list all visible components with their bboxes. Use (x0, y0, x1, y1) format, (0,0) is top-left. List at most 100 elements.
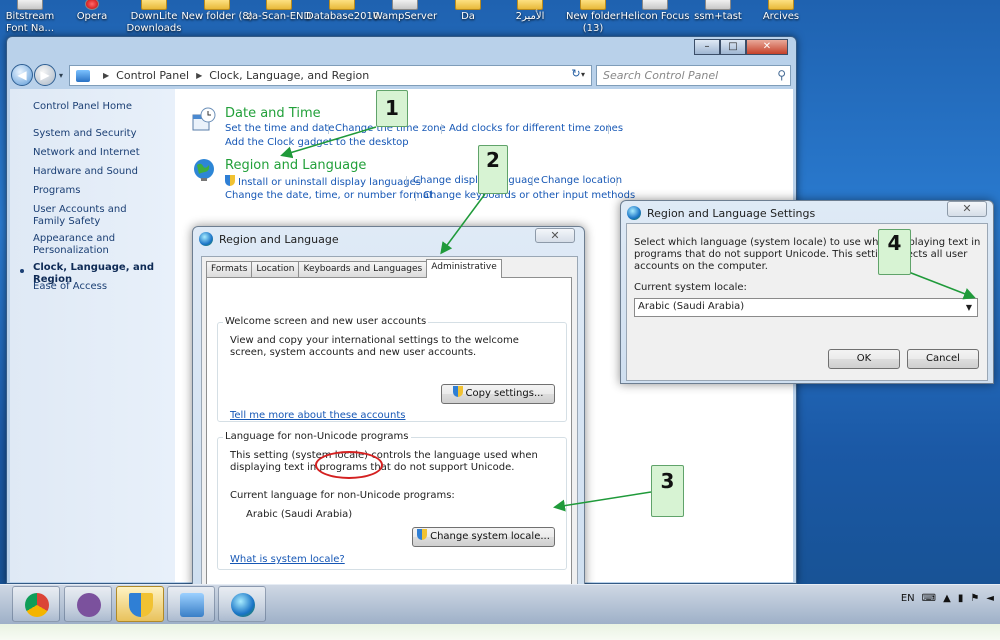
folder-icon (329, 0, 355, 10)
desktop-icon-arabic-folder[interactable]: الأمير2 (494, 0, 566, 23)
desktop-icon-za-scan[interactable]: za-Scan-END (243, 0, 315, 23)
install-display-languages-link[interactable]: Install or uninstall display languages (225, 175, 421, 188)
dialog-close-button[interactable]: ✕ (535, 228, 575, 243)
set-time-date-link[interactable]: Set the time and date (225, 123, 335, 134)
install-display-languages-label: Install or uninstall display languages (238, 177, 421, 188)
taskbar-viber-button[interactable] (64, 586, 112, 622)
desktop-icon-helicon[interactable]: Helicon Focus (619, 0, 691, 23)
breadcrumb-separator-icon: ▶ (196, 71, 203, 80)
viber-icon (77, 593, 101, 617)
copy-settings-button[interactable]: Copy settings... (441, 384, 555, 404)
sidebar-item-system-security[interactable]: System and Security (33, 128, 173, 140)
recent-pages-dropdown[interactable]: ▾ (59, 71, 63, 80)
chrome-icon (25, 593, 49, 617)
change-date-format-link[interactable]: Change the date, time, or number format (225, 190, 433, 201)
tab-strip: Formats Location Keyboards and Languages… (206, 259, 502, 278)
desktop-icon-ssm-tast[interactable]: ssm+tast (682, 0, 754, 23)
tab-location[interactable]: Location (251, 261, 300, 277)
sidebar-item-appearance[interactable]: Appearance and Personalization (33, 233, 133, 257)
taskbar-region-language-button[interactable] (218, 586, 266, 622)
add-clocks-link[interactable]: Add clocks for different time zones (449, 123, 623, 134)
cancel-button[interactable]: Cancel (907, 349, 979, 369)
link-separator (608, 124, 609, 134)
region-language-globe-icon (194, 159, 214, 181)
folder-icon (204, 0, 230, 10)
refresh-button[interactable]: ↻ (567, 67, 585, 84)
settings-dialog-client: Select which language (system locale) to… (626, 223, 988, 381)
sidebar-item-programs[interactable]: Programs (33, 185, 173, 197)
keyboard-icon[interactable]: ⌨ (922, 593, 936, 604)
language-indicator[interactable]: EN (901, 593, 915, 604)
add-clock-gadget-link[interactable]: Add the Clock gadget to the desktop (225, 137, 409, 148)
search-icon[interactable]: ⚲ (777, 68, 786, 82)
forward-button[interactable]: ▶ (34, 64, 56, 86)
sidebar-item-user-accounts[interactable]: User Accounts and Family Safety (33, 204, 158, 228)
change-system-locale-button[interactable]: Change system locale... (412, 527, 555, 547)
minimize-button[interactable]: – (694, 39, 720, 55)
close-button[interactable]: ✕ (746, 39, 788, 55)
desktop-icon-wampserver[interactable]: WampServer (369, 0, 441, 23)
desktop-icon-row: Bitstream Font Na... Opera DownLite Down… (0, 0, 1000, 36)
what-is-system-locale-link[interactable]: What is system locale? (230, 554, 345, 565)
tell-me-more-link[interactable]: Tell me more about these accounts (230, 410, 405, 421)
sidebar-item-ease-of-access[interactable]: Ease of Access (33, 281, 173, 293)
document-icon (705, 0, 731, 10)
sidebar-item-home[interactable]: Control Panel Home (33, 101, 173, 113)
change-keyboards-link[interactable]: Change keyboards or other input methods (423, 190, 635, 201)
system-locale-description: Select which language (system locale) to… (634, 237, 981, 272)
taskbar-chrome-button[interactable] (12, 586, 60, 622)
region-language-dialog: Region and Language ✕ Formats Location K… (192, 226, 585, 597)
action-center-icon[interactable]: ⚑ (970, 593, 979, 604)
link-separator (406, 176, 407, 186)
breadcrumb-clock-language-region[interactable]: Clock, Language, and Region (209, 69, 369, 82)
volume-icon[interactable]: ◄ (986, 593, 994, 604)
globe-icon (627, 206, 641, 220)
folder-icon (266, 0, 292, 10)
tab-administrative[interactable]: Administrative (426, 259, 502, 278)
welcome-group-description: View and copy your international setting… (230, 335, 519, 358)
current-system-locale-label: Current system locale: (634, 282, 747, 293)
desktop-icon-database2010[interactable]: Database2010 (306, 0, 379, 23)
sidebar-item-network[interactable]: Network and Internet (33, 147, 173, 159)
region-globe-icon (231, 593, 255, 617)
system-locale-select[interactable]: Arabic (Saudi Arabia) ▼ (634, 298, 978, 317)
highlight-circle (315, 451, 383, 479)
navigation-bar: ◀ ▶ ▾ ▶ Control Panel ▶ Clock, Language,… (7, 59, 796, 91)
current-language-label: Current language for non-Unicode program… (230, 490, 455, 501)
back-button[interactable]: ◀ (11, 64, 33, 86)
chevron-down-icon[interactable]: ▼ (961, 299, 977, 316)
folder-icon (455, 0, 481, 10)
settings-dialog-title: Region and Language Settings (647, 206, 816, 220)
date-and-time-title[interactable]: Date and Time (225, 106, 321, 121)
non-unicode-group-title: Language for non-Unicode programs (223, 431, 411, 442)
settings-dialog-close-button[interactable]: ✕ (947, 201, 987, 217)
maximize-button[interactable]: □ (720, 39, 746, 55)
desktop-icon-downlite[interactable]: DownLite Downloads (118, 0, 190, 35)
helicon-icon (642, 0, 668, 10)
link-separator (532, 176, 533, 186)
system-tray: EN ⌨ ▲ ▮ ⚑ ◄ (901, 593, 994, 604)
desktop-icon-arcives[interactable]: Arcives (745, 0, 817, 23)
uac-shield-icon (417, 529, 428, 540)
taskbar-security-button[interactable] (116, 586, 164, 622)
folder-icon (580, 0, 606, 10)
non-unicode-description: This setting (system locale) controls th… (230, 450, 538, 473)
globe-icon (199, 232, 213, 246)
ok-button[interactable]: OK (828, 349, 900, 369)
search-input[interactable]: Search Control Panel ⚲ (596, 65, 791, 86)
dialog-titlebar: Region and Language (199, 232, 339, 246)
breadcrumb-control-panel[interactable]: Control Panel (116, 69, 189, 82)
address-bar[interactable]: ▶ Control Panel ▶ Clock, Language, and R… (69, 65, 592, 86)
taskbar-control-panel-button[interactable] (167, 586, 215, 622)
change-display-language-link[interactable]: Change display language (413, 175, 540, 186)
tray-expand-icon[interactable]: ▲ (943, 593, 951, 604)
administrative-tab-page: Welcome screen and new user accounts Vie… (206, 277, 572, 597)
opera-icon (85, 0, 99, 10)
tab-formats[interactable]: Formats (206, 261, 253, 277)
change-location-link[interactable]: Change location (541, 175, 622, 186)
sidebar-item-hardware[interactable]: Hardware and Sound (33, 166, 173, 178)
tab-keyboards-languages[interactable]: Keyboards and Languages (298, 261, 428, 277)
uac-shield-icon (452, 386, 463, 397)
network-icon[interactable]: ▮ (958, 593, 964, 604)
region-and-language-title[interactable]: Region and Language (225, 158, 366, 173)
